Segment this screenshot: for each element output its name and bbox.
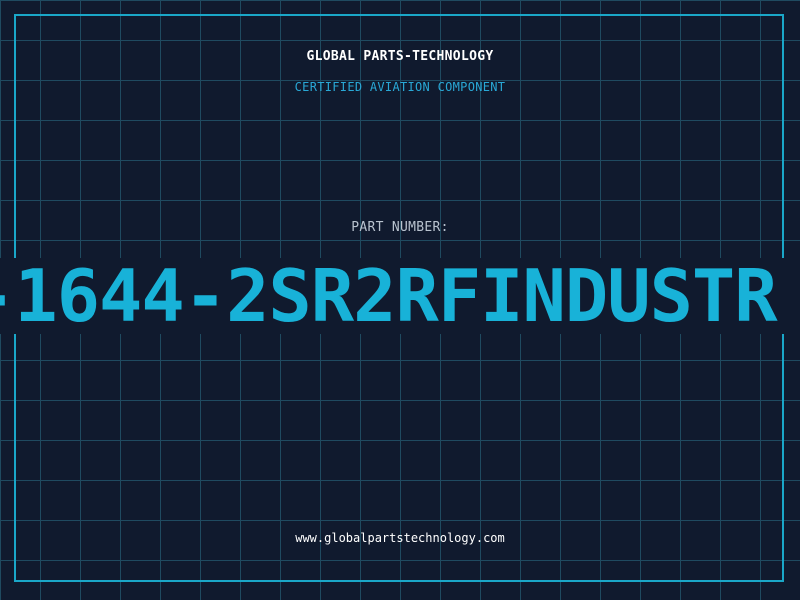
part-number-label: PART NUMBER: [351,220,449,235]
website-url: www.globalpartstechnology.com [295,531,505,545]
part-number-band: -1644-2SR2RFINDUSTR [0,258,800,334]
part-number-value: -1644-2SR2RFINDUSTR [0,258,778,334]
tagline: CERTIFIED AVIATION COMPONENT [294,80,506,94]
brand-title: GLOBAL PARTS-TECHNOLOGY [306,49,494,64]
